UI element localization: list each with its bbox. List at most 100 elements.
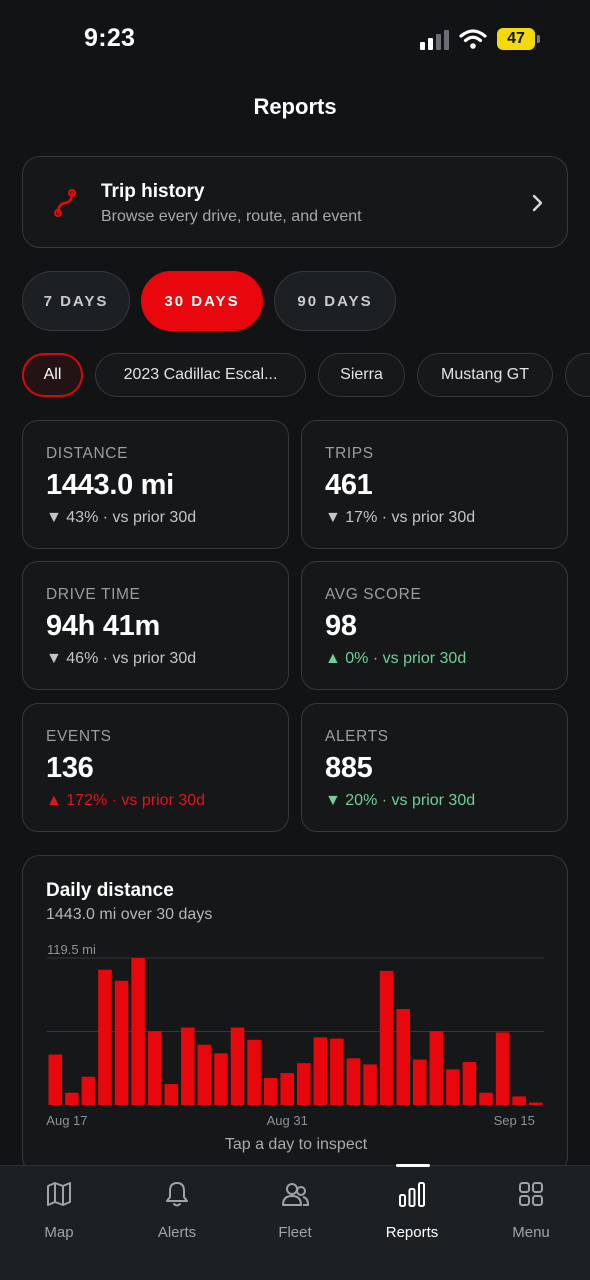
tab-alerts[interactable]: Alerts (127, 1178, 227, 1241)
bar-day-21 (379, 970, 394, 1105)
tab-label: Alerts (157, 1224, 197, 1241)
stat-label: AVG SCORE (325, 586, 422, 603)
bar-day-22 (396, 1009, 410, 1105)
tab-reports[interactable]: Reports (362, 1178, 462, 1241)
bar-day-15 (280, 1073, 294, 1105)
stat-value: 98 (325, 610, 357, 642)
range-7-days-button[interactable]: 7 DAYS (22, 271, 130, 331)
bar-day-3 (81, 1076, 96, 1105)
bar-day-18 (330, 1038, 344, 1105)
stat-card-drive-time: DRIVE TIME 94h 41m ▼ 46% · vs prior 30d (22, 561, 289, 690)
stat-delta: ▼ 46% · vs prior 30d (46, 650, 197, 667)
battery-level: 47 (497, 28, 535, 50)
range-90-days-button[interactable]: 90 DAYS (274, 271, 396, 331)
wifi-icon (459, 29, 487, 49)
bar-day-30 (528, 1102, 543, 1105)
stat-value: 136 (46, 752, 94, 784)
bar-day-26 (462, 1061, 477, 1105)
bar-day-5 (114, 980, 129, 1105)
route-icon (53, 188, 77, 218)
bar-day-17 (313, 1037, 328, 1105)
bar-day-20 (363, 1064, 377, 1105)
chevron-right-icon (532, 194, 543, 212)
vehicle-chip-sierra[interactable]: Sierra (318, 353, 405, 397)
bar-day-14 (263, 1077, 278, 1105)
tab-label: Reports (385, 1224, 439, 1241)
bar-day-24 (429, 1031, 444, 1105)
range-30-days-button[interactable]: 30 DAYS (141, 271, 263, 331)
stat-label: EVENTS (46, 728, 112, 745)
vehicle-chip-cadillac[interactable]: 2023 Cadillac Escal... (95, 353, 306, 397)
bar-day-28 (495, 1032, 510, 1105)
trip-history-subtitle: Browse every drive, route, and event (101, 208, 362, 225)
stat-card-trips: TRIPS 461 ▼ 17% · vs prior 30d (301, 420, 568, 549)
daily-distance-chart[interactable]: 119.5 mi Aug 17 Aug 31 Sep 15 (23, 856, 568, 1136)
vehicle-chip-more[interactable] (565, 353, 590, 397)
stat-value: 94h 41m (46, 610, 160, 642)
bar-day-11 (214, 1053, 228, 1105)
x-tick-label: Aug 17 (46, 1113, 87, 1128)
bar-day-12 (230, 1027, 245, 1105)
stat-delta: ▼ 43% · vs prior 30d (46, 509, 197, 526)
stat-label: TRIPS (325, 445, 374, 462)
stat-label: ALERTS (325, 728, 389, 745)
bar-day-19 (346, 1058, 361, 1105)
stat-value: 1443.0 mi (46, 469, 174, 501)
bar-day-16 (296, 1063, 311, 1105)
active-tab-indicator (396, 1164, 430, 1167)
y-max-label: 119.5 mi (47, 942, 96, 957)
vehicle-filter-row[interactable]: All 2023 Cadillac Escal... Sierra Mustan… (22, 353, 590, 397)
bar-day-27 (479, 1092, 493, 1105)
bar-day-23 (412, 1059, 427, 1105)
tab-label: Map (44, 1224, 74, 1241)
bar-day-13 (247, 1039, 261, 1105)
stat-delta: ▼ 20% · vs prior 30d (325, 792, 476, 809)
bar-day-29 (512, 1096, 526, 1105)
status-icons: 47 (420, 28, 540, 50)
stat-value: 885 (325, 752, 373, 784)
tab-label: Menu (512, 1224, 550, 1241)
tab-map[interactable]: Map (9, 1178, 109, 1241)
stat-delta: ▲ 172% · vs prior 30d (46, 792, 206, 809)
chart-hint: Tap a day to inspect (224, 1136, 368, 1153)
stat-label: DISTANCE (46, 445, 129, 462)
bar-day-7 (147, 1031, 162, 1105)
bottom-tab-bar: Map Alerts Fleet Reports Menu (0, 1164, 590, 1280)
stat-card-events: EVENTS 136 ▲ 172% · vs prior 30d (22, 703, 289, 832)
stat-card-distance: DISTANCE 1443.0 mi ▼ 43% · vs prior 30d (22, 420, 289, 549)
stat-delta: ▲ 0% · vs prior 30d (325, 650, 467, 667)
bell-icon (166, 1182, 188, 1207)
people-icon (282, 1183, 309, 1206)
bar-day-4 (98, 969, 112, 1105)
bar-day-10 (197, 1044, 212, 1105)
bar-day-9 (181, 1027, 195, 1105)
map-icon (47, 1182, 71, 1206)
cellular-signal-icon (420, 28, 449, 50)
bar-day-2 (65, 1092, 79, 1105)
daily-distance-card: Daily distance 1443.0 mi over 30 days 11… (22, 855, 568, 1175)
tab-fleet[interactable]: Fleet (245, 1178, 345, 1241)
tab-menu[interactable]: Menu (481, 1178, 581, 1241)
status-time: 9:23 (84, 24, 136, 52)
bar-day-25 (446, 1069, 460, 1105)
bar-day-8 (164, 1084, 179, 1105)
x-tick-label: Aug 31 (267, 1113, 308, 1128)
page-title: Reports (253, 94, 337, 119)
x-tick-label: Sep 15 (494, 1113, 535, 1128)
vehicle-chip-mustang[interactable]: Mustang GT (417, 353, 553, 397)
stat-label: DRIVE TIME (46, 586, 141, 603)
tab-label: Fleet (278, 1224, 312, 1241)
stat-delta: ▼ 17% · vs prior 30d (325, 509, 476, 526)
stat-card-avg-score: AVG SCORE 98 ▲ 0% · vs prior 30d (301, 561, 568, 690)
grid-icon (519, 1182, 543, 1206)
bar-day-1 (48, 1054, 63, 1105)
bar-chart-icon (399, 1182, 425, 1207)
trip-history-card[interactable]: Trip history Browse every drive, route, … (22, 156, 568, 248)
bar-day-6 (131, 958, 145, 1105)
stat-value: 461 (325, 469, 373, 501)
battery-icon: 47 (497, 28, 540, 50)
vehicle-chip-all[interactable]: All (22, 353, 83, 397)
status-bar: 9:23 47 (0, 0, 590, 80)
trip-history-title: Trip history (101, 181, 205, 202)
stat-card-alerts: ALERTS 885 ▼ 20% · vs prior 30d (301, 703, 568, 832)
